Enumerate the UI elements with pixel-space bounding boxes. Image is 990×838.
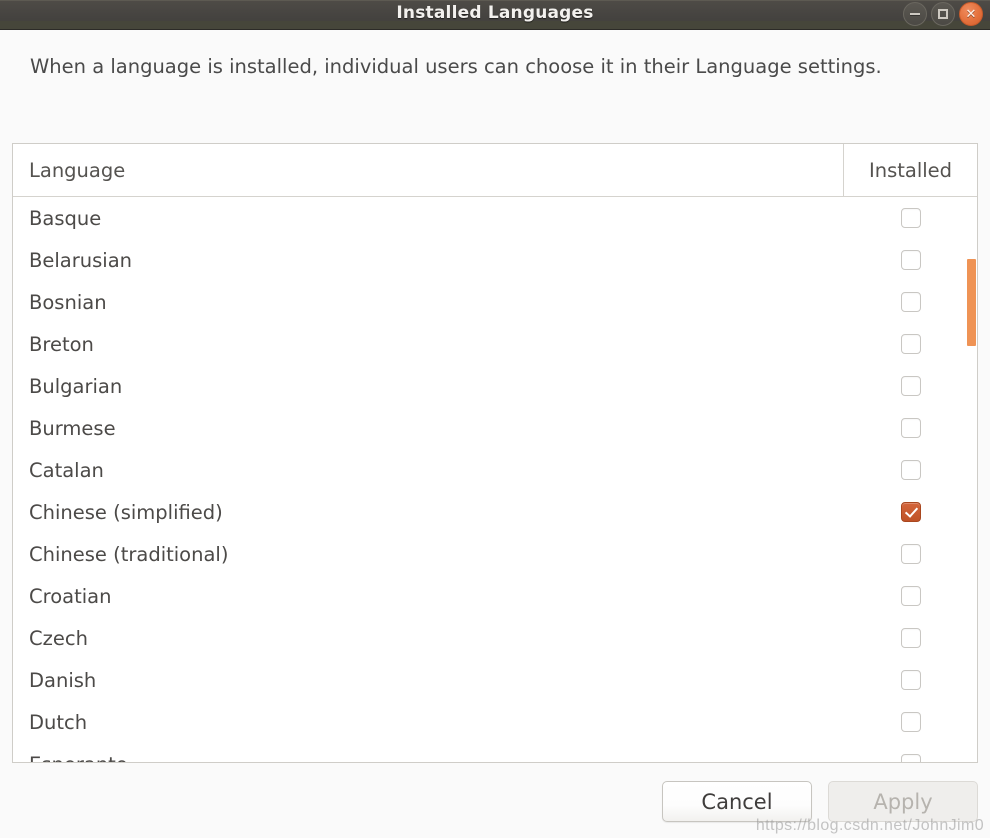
installed-cell[interactable]	[844, 712, 977, 732]
checkbox-unchecked[interactable]	[900, 460, 921, 480]
installed-cell[interactable]	[844, 670, 977, 690]
table-row[interactable]: Basque	[13, 197, 977, 239]
installed-cell[interactable]	[844, 292, 977, 312]
checkbox-unchecked[interactable]	[900, 250, 921, 270]
installed-cell[interactable]	[844, 460, 977, 480]
table-rows: Basque Belarusian Bosnian Breton Bulgarian Bu…	[13, 197, 977, 762]
installed-cell[interactable]	[844, 208, 977, 228]
table-row[interactable]: Czech	[13, 617, 977, 659]
table-row[interactable]: Dutch	[13, 701, 977, 743]
minimize-button[interactable]	[903, 2, 927, 26]
maximize-button[interactable]	[931, 2, 955, 26]
dialog-footer: Cancel Apply	[0, 766, 990, 838]
window-title: Installed Languages	[396, 3, 594, 23]
checkbox-unchecked[interactable]	[900, 418, 921, 438]
installed-cell[interactable]	[844, 544, 977, 564]
language-name: Belarusian	[29, 248, 133, 272]
checkbox-unchecked[interactable]	[900, 670, 921, 690]
table-row[interactable]: Danish	[13, 659, 977, 701]
table-row[interactable]: Bosnian	[13, 281, 977, 323]
language-name: Burmese	[29, 416, 116, 440]
checkbox-unchecked[interactable]	[900, 292, 921, 312]
table-row[interactable]: Burmese	[13, 407, 977, 449]
language-name: Czech	[29, 626, 88, 650]
table-row[interactable]: Catalan	[13, 449, 977, 491]
installed-cell[interactable]	[844, 628, 977, 648]
installed-cell[interactable]	[844, 334, 977, 354]
table-body: Basque Belarusian Bosnian Breton Bulgarian Bu…	[13, 197, 977, 762]
installed-cell[interactable]	[844, 250, 977, 270]
table-row[interactable]: Esperanto	[13, 743, 977, 762]
cancel-button[interactable]: Cancel	[662, 781, 812, 822]
checkbox-unchecked[interactable]	[900, 376, 921, 396]
language-name: Bosnian	[29, 290, 107, 314]
checkbox-unchecked[interactable]	[900, 544, 921, 564]
column-header-installed[interactable]: Installed	[844, 144, 977, 196]
language-name: Breton	[29, 332, 94, 356]
scrollbar-thumb[interactable]	[967, 259, 976, 346]
checkbox-unchecked[interactable]	[900, 712, 921, 732]
installed-cell[interactable]	[844, 376, 977, 396]
language-table: Language Installed Basque Belarusian Bosni…	[12, 143, 978, 763]
language-name: Chinese (traditional)	[29, 542, 229, 566]
minimize-icon	[910, 13, 920, 15]
footer-buttons: Cancel Apply	[662, 781, 978, 822]
close-icon: ✕	[965, 6, 977, 22]
checkbox-unchecked[interactable]	[900, 208, 921, 228]
table-row[interactable]: Bulgarian	[13, 365, 977, 407]
language-name: Dutch	[29, 710, 88, 734]
maximize-icon	[938, 9, 948, 19]
checkbox-unchecked[interactable]	[900, 334, 921, 354]
checkbox-checked[interactable]	[900, 502, 921, 522]
installed-cell[interactable]	[844, 586, 977, 606]
language-name: Catalan	[29, 458, 104, 482]
table-row[interactable]: Chinese (simplified)	[13, 491, 977, 533]
apply-button: Apply	[828, 781, 978, 822]
close-button[interactable]: ✕	[959, 2, 983, 26]
installed-cell[interactable]	[844, 754, 977, 762]
window-controls: ✕	[903, 1, 983, 27]
table-header-row: Language Installed	[13, 144, 977, 197]
language-name: Danish	[29, 668, 97, 692]
language-name: Bulgarian	[29, 374, 123, 398]
table-row[interactable]: Chinese (traditional)	[13, 533, 977, 575]
table-row[interactable]: Breton	[13, 323, 977, 365]
title-bar[interactable]: Installed Languages ✕	[0, 0, 990, 30]
language-name: Esperanto	[13, 753, 844, 763]
language-name: Chinese (simplified)	[29, 500, 223, 524]
installed-languages-dialog: Installed Languages ✕ When a language is…	[0, 0, 990, 838]
column-header-language[interactable]: Language	[13, 144, 844, 196]
language-name: Basque	[29, 206, 102, 230]
checkbox-unchecked[interactable]	[900, 628, 921, 648]
language-name: Croatian	[29, 584, 112, 608]
table-row[interactable]: Croatian	[13, 575, 977, 617]
installed-cell[interactable]	[844, 418, 977, 438]
checkbox-unchecked[interactable]	[900, 754, 921, 762]
table-row[interactable]: Belarusian	[13, 239, 977, 281]
vertical-scrollbar[interactable]	[967, 197, 977, 762]
dialog-description: When a language is installed, individual…	[30, 55, 882, 78]
checkbox-unchecked[interactable]	[900, 586, 921, 606]
installed-cell[interactable]	[844, 502, 977, 522]
